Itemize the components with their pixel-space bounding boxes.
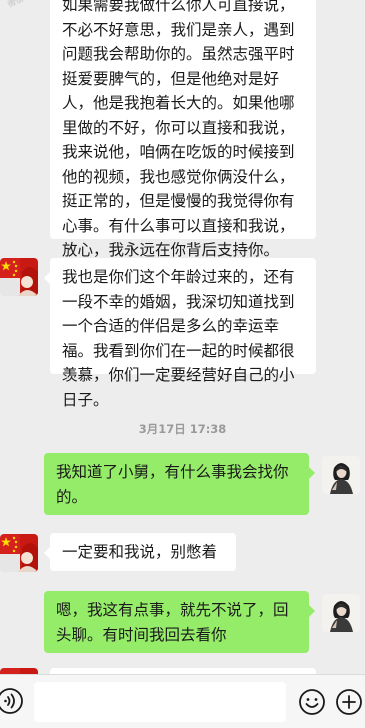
emoji-icon[interactable]	[298, 688, 326, 716]
message-bubble[interactable]: 如果需要我做什么你人可直接说，不必不好意思，我们是亲人，遇到问题我会帮助你的。虽…	[50, 0, 316, 259]
input-bar	[0, 674, 365, 728]
plus-icon[interactable]	[335, 688, 363, 716]
message-text: 我知道了小舅，有什么事我会找你的。	[56, 463, 289, 506]
voice-icon[interactable]	[0, 687, 24, 715]
user-avatar[interactable]	[322, 456, 360, 494]
user-avatar[interactable]	[322, 594, 360, 632]
message-text: 如果需要我做什么你人可直接说，不必不好意思，我们是亲人，遇到问题我会帮助你的。虽…	[62, 0, 295, 259]
contact-avatar[interactable]	[0, 258, 38, 296]
message-bubble[interactable]: 嗯，我这有点事，就先不说了，回头聊。有时间我回去看你	[44, 591, 315, 653]
user-avatar-image	[322, 456, 360, 494]
message-text: 嗯，我这有点事，就先不说了，回头聊。有时间我回去看你	[56, 601, 289, 644]
contact-avatar[interactable]	[0, 534, 38, 572]
user-avatar-image	[322, 594, 360, 632]
message-input[interactable]	[34, 682, 286, 722]
message-bubble[interactable]: 一定要和我说，别憋着	[44, 533, 236, 571]
message-text: 一定要和我说，别憋着	[62, 543, 218, 561]
message-timestamp: 3月17日 17:38	[138, 422, 227, 436]
chat-area[interactable]: 微信号 hzljxfd 如果需要我做什么你人可直接说，不必不好意思，我们是亲人，…	[0, 0, 365, 678]
message-bubble[interactable]: 我也是你们这个年龄过来的，还有一段不幸的婚姻，我深切知道找到一个合适的伴侣是多么…	[44, 258, 316, 409]
message-text: 我也是你们这个年龄过来的，还有一段不幸的婚姻，我深切知道找到一个合适的伴侣是多么…	[62, 268, 295, 409]
flag-avatar-image	[0, 258, 38, 296]
message-bubble[interactable]: 我知道了小舅，有什么事我会找你的。	[44, 453, 315, 515]
flag-avatar-image	[0, 534, 38, 572]
